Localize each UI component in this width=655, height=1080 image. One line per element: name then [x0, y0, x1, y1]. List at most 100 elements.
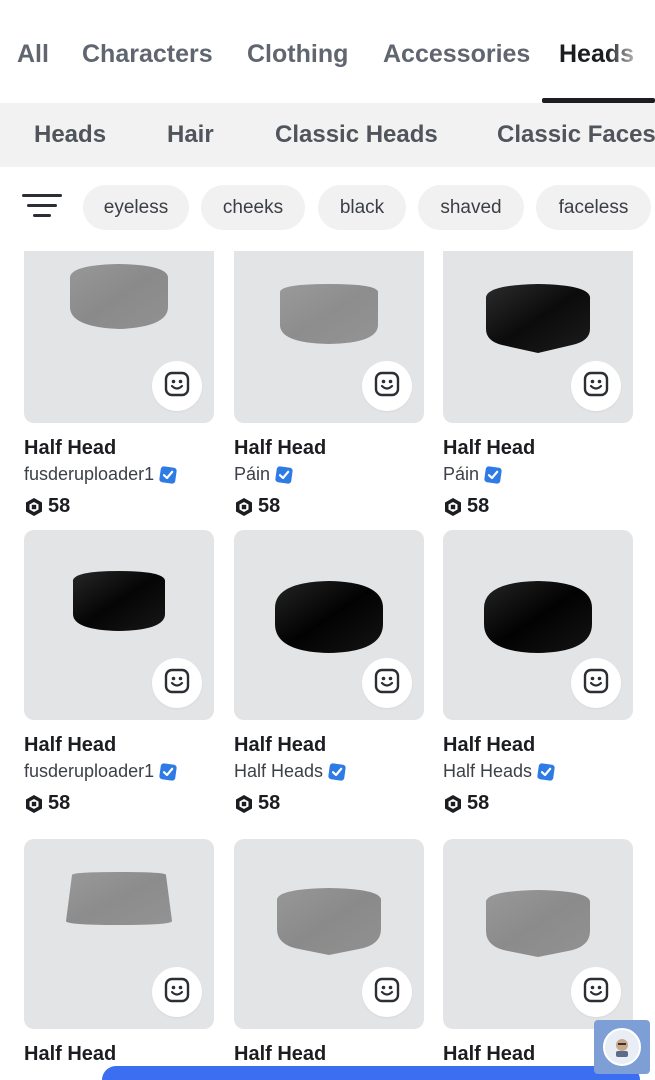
try-on-button[interactable]	[571, 361, 621, 411]
item-creator[interactable]: Páin	[234, 464, 293, 485]
item-name[interactable]: Half Head	[234, 1043, 326, 1066]
try-on-button[interactable]	[362, 361, 412, 411]
item-name[interactable]: Half Head	[24, 1043, 116, 1066]
item-thumbnail[interactable]	[24, 530, 214, 720]
item-name[interactable]: Half Head	[24, 734, 116, 757]
price-value: 58	[467, 495, 490, 517]
item-price: 58	[234, 792, 280, 815]
chip-cheeks[interactable]: cheeks	[201, 185, 305, 230]
item-price: 58	[234, 495, 280, 518]
chip-faceless[interactable]: faceless	[536, 185, 651, 230]
item-grid: Half Head fusderuploader1 58 Half Head Páin 5…	[0, 251, 655, 1080]
filter-lines-icon[interactable]	[22, 194, 62, 224]
item-name[interactable]: Half Head	[234, 734, 326, 757]
filter-row: eyeless cheeks black shaved faceless	[0, 167, 655, 251]
subtab-heads[interactable]: Heads	[34, 121, 106, 149]
item-name[interactable]: Half Head	[234, 437, 326, 460]
try-on-button[interactable]	[152, 967, 202, 1017]
smiley-face-icon	[164, 371, 190, 402]
item-thumbnail[interactable]	[24, 839, 214, 1029]
item-thumbnail[interactable]	[234, 839, 424, 1029]
avatar-badge[interactable]	[594, 1020, 650, 1074]
try-on-button[interactable]	[571, 967, 621, 1017]
try-on-button[interactable]	[152, 658, 202, 708]
creator-name: fusderuploader1	[24, 464, 155, 484]
price-value: 58	[258, 495, 281, 517]
item-thumbnail[interactable]	[234, 251, 424, 423]
subtab-classic-heads[interactable]: Classic Heads	[275, 121, 438, 149]
smiley-face-icon	[164, 668, 190, 699]
item-creator[interactable]: Half Heads	[443, 761, 555, 782]
head-preview-image	[478, 887, 598, 959]
subtab-hair[interactable]: Hair	[167, 121, 214, 149]
smiley-face-icon	[583, 977, 609, 1008]
smiley-face-icon	[374, 977, 400, 1008]
item-thumbnail[interactable]	[443, 251, 633, 423]
robux-icon	[24, 497, 44, 517]
item-creator[interactable]: Half Heads	[234, 761, 346, 782]
item-thumbnail[interactable]	[234, 530, 424, 720]
creator-name: Páin	[443, 464, 480, 484]
item-name[interactable]: Half Head	[443, 1043, 535, 1066]
chip-eyeless[interactable]: eyeless	[83, 185, 189, 230]
tab-clothing[interactable]: Clothing	[247, 40, 348, 69]
item-creator[interactable]: Páin	[443, 464, 502, 485]
verified-check-icon	[159, 465, 177, 484]
head-preview-image	[60, 261, 178, 333]
price-value: 58	[467, 792, 490, 814]
smiley-face-icon	[164, 977, 190, 1008]
try-on-button[interactable]	[362, 967, 412, 1017]
price-value: 58	[48, 792, 71, 814]
tab-all[interactable]: All	[17, 40, 49, 69]
creator-name: Half Heads	[234, 761, 324, 781]
creator-name: Half Heads	[443, 761, 533, 781]
creator-name: Páin	[234, 464, 271, 484]
subcategory-tabs: Heads Hair Classic Heads Classic Faces	[0, 103, 655, 167]
robux-icon	[443, 794, 463, 814]
robux-icon	[443, 497, 463, 517]
robux-icon	[234, 794, 254, 814]
item-name[interactable]: Half Head	[24, 437, 116, 460]
chip-shaved[interactable]: shaved	[418, 185, 524, 230]
item-price: 58	[24, 495, 70, 518]
verified-check-icon	[159, 762, 177, 781]
subtab-classic-faces[interactable]: Classic Faces	[497, 121, 655, 149]
try-on-button[interactable]	[362, 658, 412, 708]
price-value: 58	[48, 495, 71, 517]
item-thumbnail[interactable]	[24, 251, 214, 423]
smiley-face-icon	[583, 371, 609, 402]
item-price: 58	[24, 792, 70, 815]
smiley-face-icon	[374, 371, 400, 402]
head-preview-image	[270, 281, 388, 347]
verified-check-icon	[275, 465, 293, 484]
head-preview-image	[65, 568, 173, 634]
try-on-button[interactable]	[152, 361, 202, 411]
category-tabs: All Characters Clothing Accessories Head…	[0, 0, 655, 103]
item-thumbnail[interactable]	[443, 530, 633, 720]
item-price: 58	[443, 792, 489, 815]
item-creator[interactable]: fusderuploader1	[24, 761, 177, 782]
verified-check-icon	[484, 465, 502, 484]
head-preview-image	[269, 578, 389, 656]
tab-characters[interactable]: Characters	[82, 40, 213, 69]
item-price: 58	[443, 495, 489, 518]
item-thumbnail[interactable]	[443, 839, 633, 1029]
price-value: 58	[258, 792, 281, 814]
smiley-face-icon	[583, 668, 609, 699]
avatar-icon	[603, 1028, 641, 1066]
smiley-face-icon	[374, 668, 400, 699]
verified-check-icon	[328, 762, 346, 781]
head-preview-image	[478, 578, 598, 656]
tabs-fade	[607, 20, 655, 90]
robux-icon	[24, 794, 44, 814]
creator-name: fusderuploader1	[24, 761, 155, 781]
chip-black[interactable]: black	[318, 185, 406, 230]
verified-check-icon	[537, 762, 555, 781]
item-name[interactable]: Half Head	[443, 734, 535, 757]
tab-accessories[interactable]: Accessories	[383, 40, 530, 69]
bottom-action-bar[interactable]	[102, 1066, 640, 1080]
item-creator[interactable]: fusderuploader1	[24, 464, 177, 485]
head-preview-image	[478, 281, 598, 355]
try-on-button[interactable]	[571, 658, 621, 708]
item-name[interactable]: Half Head	[443, 437, 535, 460]
